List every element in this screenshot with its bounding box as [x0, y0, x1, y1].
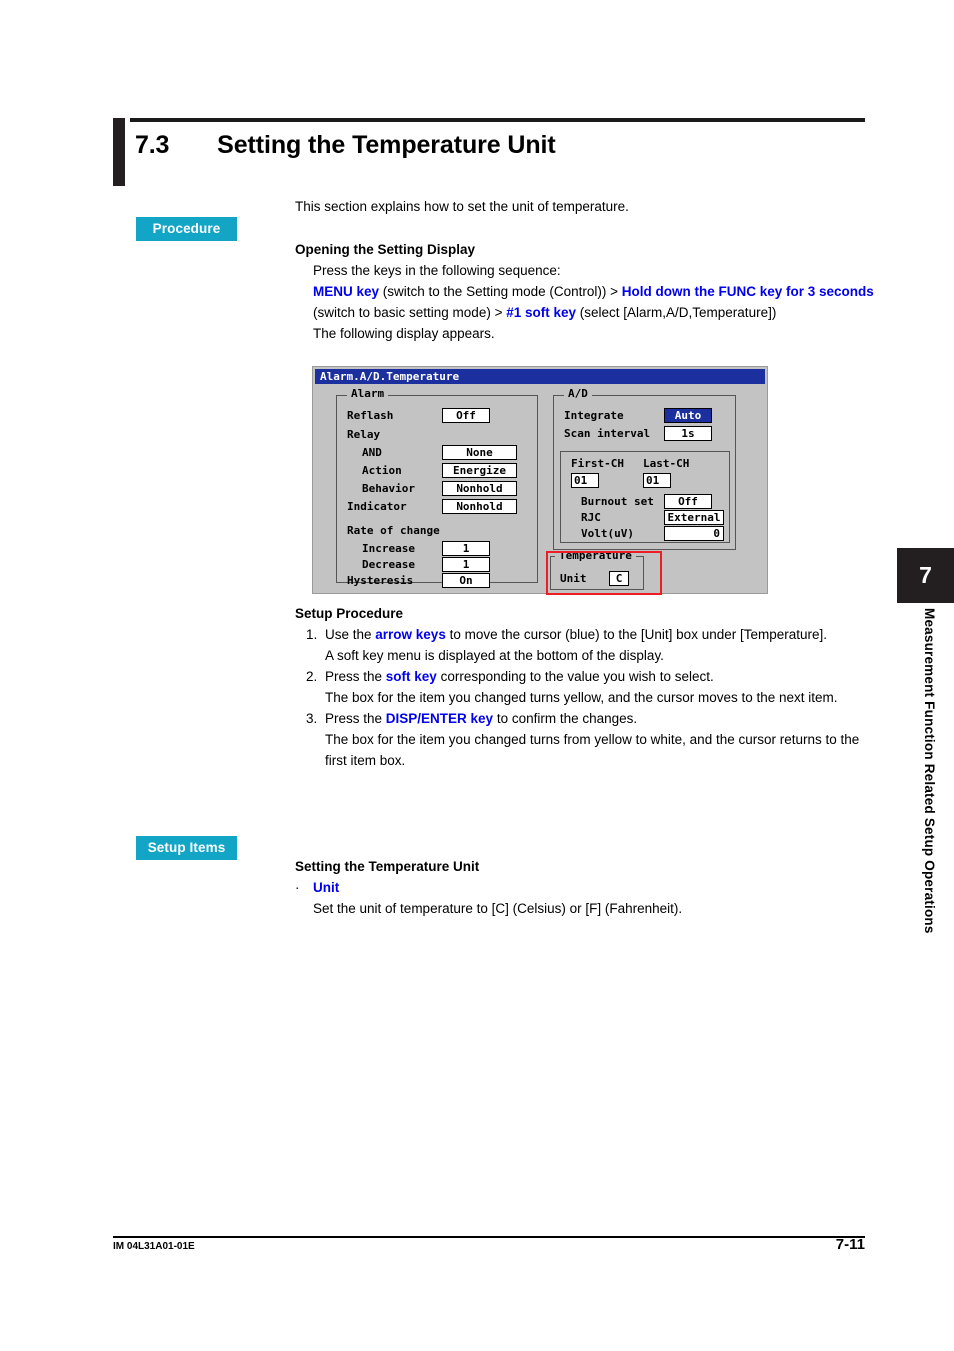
step-2-pre: Press the: [325, 669, 386, 684]
menu-key-label: MENU key: [313, 284, 380, 299]
heading-accent-bar: [113, 118, 125, 186]
section-number: 7.3: [135, 131, 170, 159]
and-value[interactable]: None: [442, 445, 517, 460]
reflash-label: Reflash: [347, 409, 394, 422]
step-1-post: to move the cursor (blue) to the [Unit] …: [445, 627, 828, 642]
list-item: Use the arrow keys to move the cursor (b…: [321, 624, 875, 666]
burnout-set-value[interactable]: Off: [664, 494, 712, 509]
last-ch-value[interactable]: 01: [643, 473, 671, 488]
step-3-pre: Press the: [325, 711, 386, 726]
relay-label: Relay: [347, 428, 381, 441]
soft-key-label-2: soft key: [385, 669, 437, 684]
chapter-number-tab: 7: [897, 548, 954, 603]
opening-after-key1: (switch to the Setting mode (Control)) >: [379, 284, 622, 299]
decrease-label: Decrease: [362, 558, 415, 571]
behavior-value[interactable]: Nonhold: [442, 481, 517, 496]
volt-value[interactable]: 0: [664, 526, 724, 541]
step-1-sub: A soft key menu is displayed at the bott…: [325, 648, 664, 663]
page-title: 7.3 Setting the Temperature Unit: [113, 118, 865, 186]
scan-interval-label: Scan interval: [564, 427, 651, 440]
opening-after-key3: (select [Alarm,A/D,Temperature]): [576, 305, 777, 320]
rjc-value[interactable]: External: [664, 510, 724, 525]
setup-items-block: Setting the Temperature Unit · Unit Set …: [295, 859, 875, 919]
reflash-value[interactable]: Off: [442, 408, 490, 423]
list-item: · Unit: [295, 877, 875, 898]
opening-after-key2: (switch to basic setting mode) >: [313, 305, 507, 320]
display-titlebar: Alarm.A/D.Temperature: [315, 369, 765, 384]
unit-item-description: Set the unit of temperature to [C] (Cels…: [313, 901, 683, 916]
opening-setting-display-block: Opening the Setting Display Press the ke…: [295, 242, 875, 344]
opening-line-last: The following display appears.: [313, 326, 495, 341]
ad-group-legend: A/D: [564, 388, 592, 400]
integrate-label: Integrate: [564, 409, 624, 422]
disp-enter-key-label: DISP/ENTER key: [385, 711, 494, 726]
hysteresis-value[interactable]: On: [442, 573, 490, 588]
step-1-pre: Use the: [325, 627, 376, 642]
unit-item-label: Unit: [313, 880, 340, 895]
behavior-label: Behavior: [362, 482, 415, 495]
scan-interval-value[interactable]: 1s: [664, 426, 712, 441]
decrease-value[interactable]: 1: [442, 557, 490, 572]
setup-items-badge: Setup Items: [136, 836, 237, 860]
footer-document-code: IM 04L31A01-01E: [113, 1241, 195, 1252]
footer-page-number: 7-11: [835, 1236, 865, 1253]
action-value[interactable]: Energize: [442, 463, 517, 478]
chapter-vertical-title: Measurement Function Related Setup Opera…: [922, 608, 937, 934]
volt-label: Volt(uV): [581, 527, 634, 540]
channel-group: First-CH 01 Last-CH 01 Burnout set Off R…: [560, 451, 730, 543]
action-label: Action: [362, 464, 402, 477]
procedure-badge: Procedure: [136, 217, 237, 241]
alarm-group: Alarm Reflash Off Relay AND None Action …: [336, 388, 538, 588]
list-item: Press the soft key corresponding to the …: [321, 666, 875, 708]
indicator-label: Indicator: [347, 500, 407, 513]
and-label: AND: [362, 446, 382, 459]
first-ch-value[interactable]: 01: [571, 473, 599, 488]
opening-line-1: Press the keys in the following sequence…: [313, 263, 561, 278]
last-ch-label: Last-CH: [643, 457, 690, 470]
func-key-label: Hold down the FUNC key for 3 seconds: [621, 284, 874, 299]
hysteresis-label: Hysteresis: [347, 574, 414, 587]
step-3-post: to confirm the changes.: [493, 711, 638, 726]
device-display-screenshot: Alarm.A/D.Temperature Alarm Reflash Off …: [312, 366, 768, 595]
increase-label: Increase: [362, 542, 415, 555]
setup-items-heading: Setting the Temperature Unit: [295, 859, 480, 874]
opening-heading: Opening the Setting Display: [295, 242, 476, 257]
first-ch-label: First-CH: [571, 457, 624, 470]
intro-paragraph: This section explains how to set the uni…: [295, 199, 629, 214]
increase-value[interactable]: 1: [442, 541, 490, 556]
setup-procedure-heading: Setup Procedure: [295, 606, 404, 621]
setup-procedure-block: Setup Procedure Use the arrow keys to mo…: [295, 606, 875, 771]
alarm-group-legend: Alarm: [347, 388, 389, 400]
footer-rule: [113, 1236, 865, 1238]
indicator-value[interactable]: Nonhold: [442, 499, 517, 514]
step-2-sub: The box for the item you changed turns y…: [325, 690, 838, 705]
temperature-highlight-box: [546, 551, 662, 595]
integrate-value[interactable]: Auto: [664, 408, 712, 423]
rjc-label: RJC: [581, 511, 601, 524]
step-3-sub: The box for the item you changed turns f…: [325, 732, 860, 768]
setup-procedure-steps: Use the arrow keys to move the cursor (b…: [295, 624, 875, 771]
burnout-set-label: Burnout set: [581, 495, 654, 508]
step-2-post: corresponding to the value you wish to s…: [436, 669, 714, 684]
rate-of-change-label: Rate of change: [347, 524, 440, 537]
arrow-keys-label: arrow keys: [375, 627, 446, 642]
list-item: Press the DISP/ENTER key to confirm the …: [321, 708, 875, 771]
bullet-icon: ·: [295, 880, 300, 895]
opening-key-sequence: MENU key (switch to the Setting mode (Co…: [313, 281, 875, 323]
section-title: Setting the Temperature Unit: [217, 131, 556, 159]
soft-key-label: #1 soft key: [506, 305, 577, 320]
